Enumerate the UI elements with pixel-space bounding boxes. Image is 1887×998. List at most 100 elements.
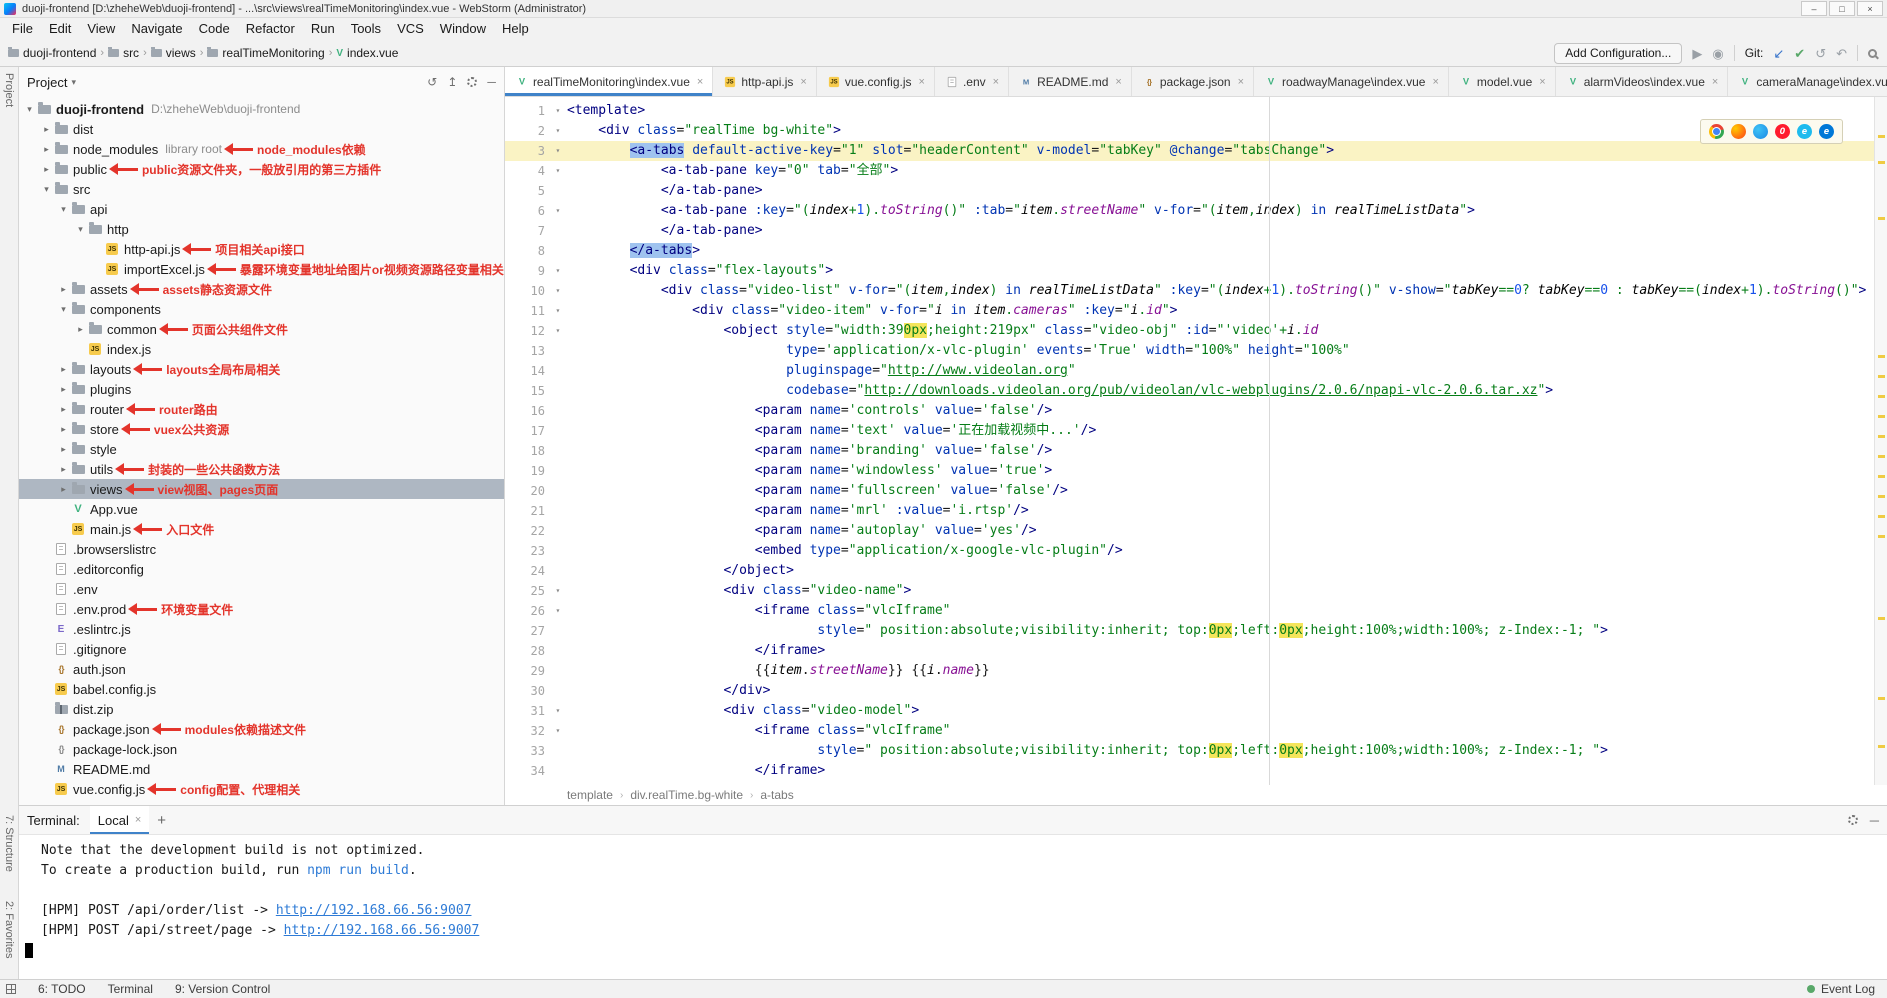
fold-icon[interactable]: ▾ [551,261,565,281]
close-icon[interactable]: × [135,814,141,826]
tool-button-2-favorites[interactable]: 2: Favorites [3,901,15,958]
tree-item-dist[interactable]: ▸dist [19,119,504,139]
tree-item-eslintrc-js[interactable]: E.eslintrc.js [19,619,504,639]
tool-button-project[interactable]: Project [3,73,15,107]
code-line[interactable]: 1▾<template> [505,101,1887,121]
hide-panel-icon[interactable]: ─ [487,75,496,89]
breadcrumb-index-vue[interactable]: Vindex.vue [336,46,398,60]
breadcrumb-realtimemonitoring[interactable]: realTimeMonitoring [207,46,324,60]
event-log-button[interactable]: Event Log [1807,982,1875,996]
terminal-settings-icon[interactable] [1848,815,1858,825]
hide-terminal-icon[interactable]: ─ [1870,813,1879,828]
code-line[interactable]: 25▾ <div class="video-name"> [505,581,1887,601]
code-line[interactable]: 12▾ <object style="width:390px;height:21… [505,321,1887,341]
code-line[interactable]: 14 pluginspage="http://www.videolan.org" [505,361,1887,381]
code-line[interactable]: 33 style=" position:absolute;visibility:… [505,741,1887,761]
locate-file-icon[interactable]: ↺ [427,75,437,89]
tree-item-main-js[interactable]: JSmain.js入口文件 [19,519,504,539]
fold-icon[interactable]: ▾ [551,321,565,341]
editor-tab-env[interactable]: .env× [935,67,1009,96]
tree-item-assets[interactable]: ▸assetsassets静态资源文件 [19,279,504,299]
tree-expand-icon[interactable]: ▸ [57,484,70,495]
editor-tab-package-json[interactable]: {}package.json× [1132,67,1254,96]
tree-expand-icon[interactable]: ▾ [74,224,87,235]
code-line[interactable]: 29 {{item.streetName}} {{i.name}} [505,661,1887,681]
tree-item-components[interactable]: ▾components [19,299,504,319]
menu-view[interactable]: View [79,18,123,40]
menu-file[interactable]: File [4,18,41,40]
fold-icon[interactable]: ▾ [551,301,565,321]
close-tab-icon[interactable]: × [1115,76,1121,88]
code-line[interactable]: 18 <param name='branding' value='false'/… [505,441,1887,461]
error-stripe[interactable] [1874,97,1887,785]
fold-icon[interactable]: ▾ [551,101,565,121]
firefox-browser-icon[interactable] [1731,124,1746,139]
menu-edit[interactable]: Edit [41,18,79,40]
tree-item-importexcel-js[interactable]: JSimportExcel.js暴露环境变量地址给图片or视频资源路径变量相关 [19,259,504,279]
status-item-6-todo[interactable]: 6: TODO [38,982,86,996]
breadcrumb-views[interactable]: views [151,46,196,60]
tree-expand-icon[interactable]: ▾ [40,184,53,195]
close-tab-icon[interactable]: × [697,76,703,88]
breadcrumb-src[interactable]: src [108,46,139,60]
tree-item-package-lock-json[interactable]: {}package-lock.json [19,739,504,759]
tree-item-dist-zip[interactable]: dist.zip [19,699,504,719]
close-tab-icon[interactable]: × [993,76,999,88]
fold-icon[interactable]: ▾ [551,701,565,721]
code-line[interactable]: 17 <param name='text' value='正在加载视频中...'… [505,421,1887,441]
fold-icon[interactable]: ▾ [551,581,565,601]
code-line[interactable]: 26▾ <iframe class="vlcIframe" [505,601,1887,621]
code-line[interactable]: 28 </iframe> [505,641,1887,661]
tree-item-plugins[interactable]: ▸plugins [19,379,504,399]
chrome-browser-icon[interactable] [1709,124,1724,139]
tree-item-index-js[interactable]: JSindex.js [19,339,504,359]
fold-icon[interactable]: ▾ [551,601,565,621]
menu-refactor[interactable]: Refactor [238,18,303,40]
tree-item-store[interactable]: ▸storevuex公共资源 [19,419,504,439]
tree-item-env[interactable]: .env [19,579,504,599]
tree-item-editorconfig[interactable]: .editorconfig [19,559,504,579]
code-line[interactable]: 7 </a-tab-pane> [505,221,1887,241]
close-tab-icon[interactable]: × [919,76,925,88]
code-line[interactable]: 30 </div> [505,681,1887,701]
code-line[interactable]: 6▾ <a-tab-pane :key="(index+1).toString(… [505,201,1887,221]
tree-expand-icon[interactable]: ▸ [57,464,70,475]
tree-item-package-json[interactable]: {}package.jsonmodules依赖描述文件 [19,719,504,739]
fold-icon[interactable]: ▾ [551,721,565,741]
editor-tab-alarmvideos-index-vue[interactable]: ValarmVideos\index.vue× [1556,67,1729,96]
ie-browser-icon[interactable]: e [1797,124,1812,139]
run-icon[interactable]: ▶ [1692,47,1702,60]
close-tab-icon[interactable]: × [1432,76,1438,88]
tree-expand-icon[interactable]: ▸ [57,384,70,395]
tree-item-api[interactable]: ▾api [19,199,504,219]
menu-code[interactable]: Code [191,18,238,40]
code-line[interactable]: 34 </iframe> [505,761,1887,781]
code-line[interactable]: 3▾ <a-tabs default-active-key="1" slot="… [505,141,1887,161]
menu-window[interactable]: Window [432,18,494,40]
tree-expand-icon[interactable]: ▾ [57,304,70,315]
tree-expand-icon[interactable]: ▾ [23,104,36,115]
tree-expand-icon[interactable]: ▸ [57,284,70,295]
tree-item-babel-config-js[interactable]: JSbabel.config.js [19,679,504,699]
tree-item-node-modules[interactable]: ▸node_moduleslibrary rootnode_modules依赖 [19,139,504,159]
tree-item-router[interactable]: ▸routerrouter路由 [19,399,504,419]
editor-tab-vue-config-js[interactable]: JSvue.config.js× [817,67,935,96]
code-line[interactable]: 4▾ <a-tab-pane key="0" tab="全部"> [505,161,1887,181]
add-configuration-button[interactable]: Add Configuration... [1554,43,1682,64]
editor-breadcrumb-template[interactable]: template [567,788,613,802]
menu-tools[interactable]: Tools [343,18,389,40]
tree-item-env-prod[interactable]: .env.prod环境变量文件 [19,599,504,619]
fold-icon[interactable]: ▾ [551,201,565,221]
close-tab-icon[interactable]: × [1539,76,1545,88]
code-line[interactable]: 21 <param name='mrl' :value='i.rtsp'/> [505,501,1887,521]
editor-breadcrumb-div-realtime-bg-white[interactable]: div.realTime.bg-white [630,788,743,802]
code-editor[interactable]: 1▾<template>2▾ <div class="realTime bg-w… [505,97,1887,785]
tool-button-7-structure[interactable]: 7: Structure [3,815,15,872]
code-line[interactable]: 11▾ <div class="video-item" v-for="i in … [505,301,1887,321]
new-terminal-session-icon[interactable]: + [157,812,166,829]
tree-item-common[interactable]: ▸common页面公共组件文件 [19,319,504,339]
code-line[interactable]: 16 <param name='controls' value='false'/… [505,401,1887,421]
code-line[interactable]: 27 style=" position:absolute;visibility:… [505,621,1887,641]
fold-icon[interactable]: ▾ [551,121,565,141]
git-history-icon[interactable]: ↺ [1815,47,1826,60]
